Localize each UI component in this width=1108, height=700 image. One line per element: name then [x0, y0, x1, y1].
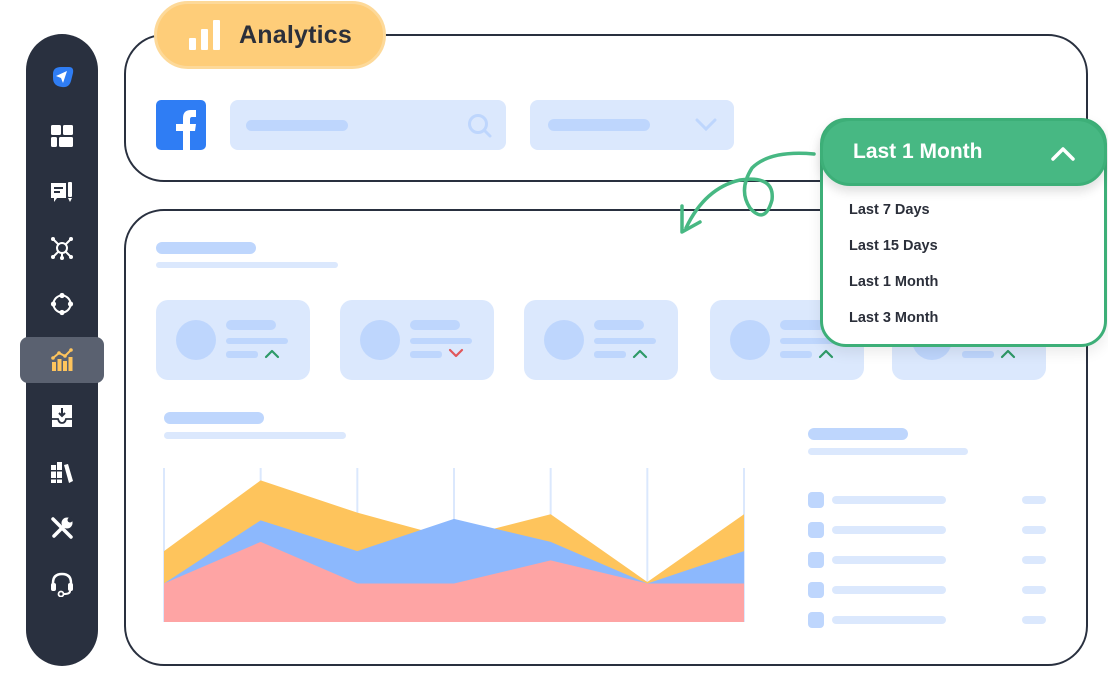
date-range-options: Last 7 Days Last 15 Days Last 1 Month La… — [849, 201, 938, 345]
date-range-selected: Last 1 Month — [853, 140, 983, 163]
date-range-option-3-month[interactable]: Last 3 Month — [849, 309, 938, 345]
date-range-option-7-days[interactable]: Last 7 Days — [849, 201, 938, 237]
pointer-arrow-annotation — [680, 151, 816, 234]
date-range-option-1-month[interactable]: Last 1 Month — [849, 273, 938, 309]
date-range-option-15-days[interactable]: Last 15 Days — [849, 237, 938, 273]
date-range-toggle[interactable]: Last 1 Month — [820, 118, 1107, 186]
date-range-dropdown: Last 1 Month Last 7 Days Last 15 Days La… — [820, 118, 1107, 347]
chevron-up-icon — [1051, 147, 1075, 161]
